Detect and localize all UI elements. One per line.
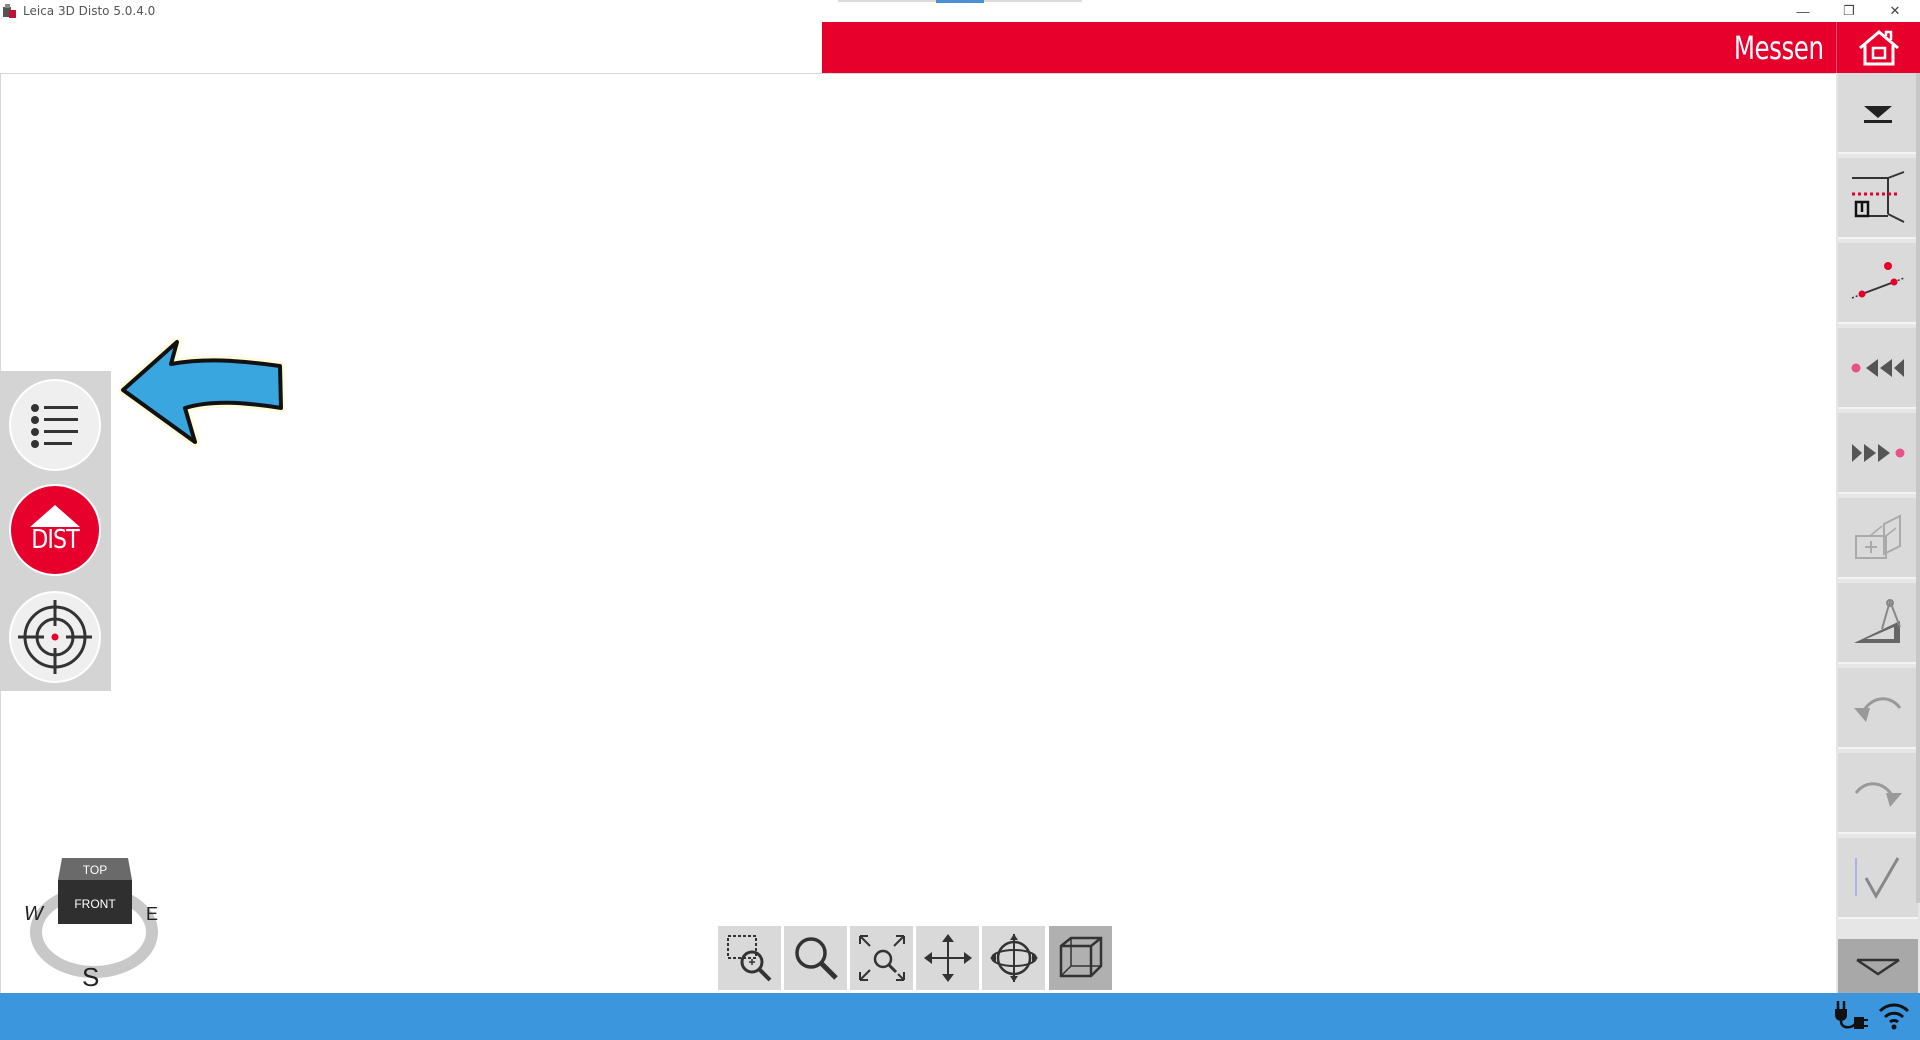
toolbar-scroll-down-button[interactable] — [1838, 939, 1918, 993]
zoom-window-icon — [726, 935, 771, 982]
wifi-icon — [1878, 1003, 1910, 1030]
status-bar — [0, 993, 1920, 1040]
toolbar-scrollbar[interactable] — [1916, 73, 1920, 903]
undo-button[interactable] — [1838, 668, 1918, 749]
orbit-icon — [989, 934, 1038, 982]
point-line-button[interactable] — [1838, 243, 1918, 324]
collapse-down-button[interactable] — [1838, 73, 1918, 154]
target-button[interactable] — [9, 591, 101, 683]
angle-measure-button[interactable] — [1838, 583, 1918, 664]
triangle-up-icon — [30, 505, 80, 527]
undo-icon — [1854, 697, 1902, 722]
orbit-button[interactable] — [982, 926, 1045, 990]
app-window: Leica 3D Disto 5.0.4.0 — ❐ ✕ Messen DIST… — [0, 0, 1920, 1040]
restore-button[interactable]: ❐ — [1826, 0, 1872, 22]
next-point-button[interactable] — [1838, 413, 1918, 494]
power-plug-icon — [1835, 1001, 1868, 1029]
crosshair-target-icon — [18, 600, 92, 674]
app-logo-icon — [3, 4, 16, 18]
rewind-point-icon — [1851, 358, 1904, 377]
compass-south-label: S — [82, 962, 99, 992]
zoom-button[interactable] — [784, 926, 847, 990]
view-cube[interactable]: TOP FRONT W E S — [22, 852, 162, 992]
home-button[interactable] — [1836, 22, 1920, 73]
drawing-canvas[interactable] — [0, 73, 1836, 993]
minimize-button[interactable]: — — [1780, 0, 1826, 22]
confirm-button[interactable] — [1838, 838, 1918, 919]
title-tab-active-indicator — [936, 0, 984, 3]
compass-west-label: W — [24, 903, 45, 925]
left-tool-panel: DIST — [0, 371, 111, 691]
dist-label: DIST — [31, 525, 80, 555]
set-square-icon — [1854, 598, 1901, 643]
view-3d-button[interactable] — [1049, 926, 1112, 990]
forward-point-icon — [1852, 443, 1905, 462]
zoom-extents-button[interactable] — [850, 926, 913, 990]
list-icon — [31, 404, 78, 448]
zoom-extents-icon — [858, 935, 905, 981]
add-object-button[interactable] — [1838, 498, 1918, 579]
previous-point-button[interactable] — [1838, 328, 1918, 409]
dist-measure-button[interactable]: DIST — [9, 484, 101, 576]
zoom-window-button[interactable] — [718, 926, 781, 990]
hint-arrow-icon — [118, 338, 285, 447]
view-cube-front-label: FRONT — [74, 897, 116, 911]
view-cube-top-label: TOP — [83, 863, 107, 877]
chevron-down-icon — [1856, 958, 1900, 976]
window-title: Leica 3D Disto 5.0.4.0 — [23, 4, 156, 18]
title-tab-strip — [838, 0, 1082, 3]
add-object-icon — [1855, 513, 1901, 559]
mode-title: Messen — [1734, 29, 1824, 67]
title-bar: Leica 3D Disto 5.0.4.0 — ❐ ✕ — [0, 0, 1920, 22]
arrow-down-bar-icon — [1864, 105, 1892, 123]
navigation-toolbar — [718, 926, 1112, 990]
pan-move-icon — [923, 934, 972, 982]
wireframe-box-icon — [1059, 936, 1102, 978]
header-bar: Messen — [822, 22, 1836, 73]
height-tracking-button[interactable] — [1838, 158, 1918, 239]
right-toolbar — [1836, 73, 1920, 993]
home-icon — [1858, 29, 1899, 65]
close-button[interactable]: ✕ — [1872, 0, 1918, 22]
list-button[interactable] — [9, 379, 101, 471]
redo-button[interactable] — [1838, 753, 1918, 834]
pan-button[interactable] — [916, 926, 979, 990]
compass-east-label: E — [146, 904, 158, 924]
redo-icon — [1854, 782, 1902, 807]
height-tracking-icon — [1852, 170, 1905, 223]
magnifier-icon — [794, 937, 838, 980]
point-line-icon — [1851, 261, 1905, 299]
checkmark-icon — [1855, 856, 1900, 899]
